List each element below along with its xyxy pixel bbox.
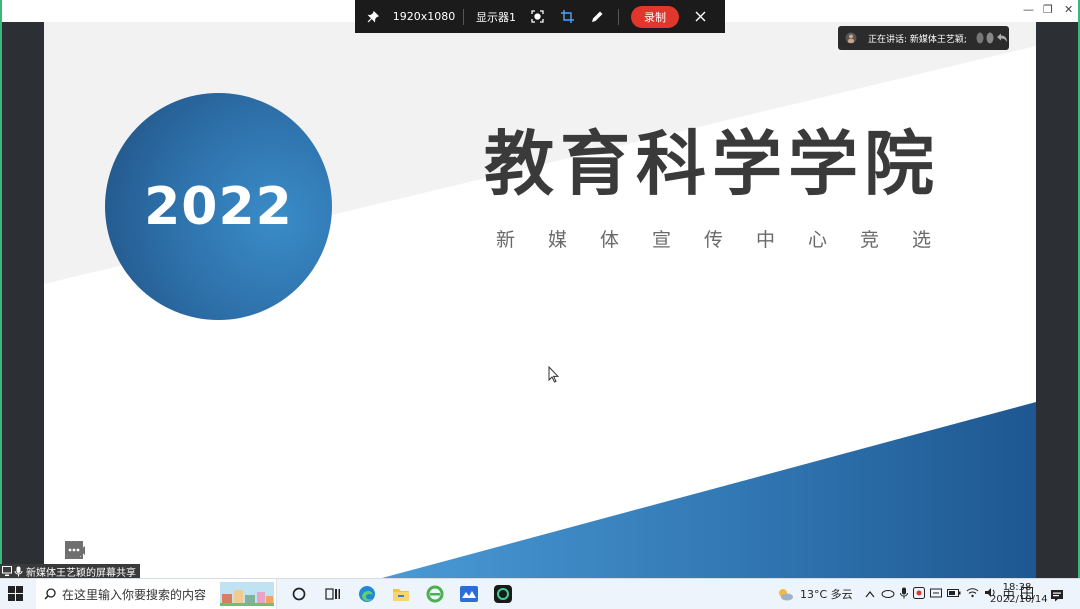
subtitles-icon[interactable]: [66, 540, 271, 562]
avatar: [986, 32, 994, 44]
participant-avatars: [976, 32, 1008, 44]
meeting-app-icon[interactable]: [452, 579, 486, 609]
more-options-icon[interactable]: [65, 540, 308, 562]
search-icon: [44, 588, 56, 600]
year-circle: 2022: [105, 93, 332, 320]
monitor-icon: [2, 566, 12, 576]
zoom-focus-icon[interactable]: [65, 540, 197, 562]
speaking-indicator: 正在讲话: 新媒体王艺颖;: [838, 26, 1009, 50]
resolution-label: 1920x1080: [392, 10, 456, 23]
minimize-icon[interactable]: —: [1023, 3, 1034, 16]
windows-start-icon[interactable]: [8, 586, 23, 605]
blue-diagonal-band: [382, 402, 1036, 578]
crop-icon[interactable]: [552, 10, 582, 23]
tray-battery-icon[interactable]: [946, 588, 961, 601]
right-letterbox: [1036, 22, 1080, 578]
file-explorer-icon[interactable]: [384, 579, 418, 609]
cortana-icon[interactable]: [282, 579, 316, 609]
toolbar-separator: [618, 8, 619, 25]
onedrive-cloud-icon[interactable]: [881, 588, 895, 601]
left-letterbox: [0, 22, 44, 578]
windows-taskbar: 在这里输入你要搜索的内容 13°C 多云 中 18:38 2022/10/14: [0, 578, 1080, 609]
task-view-icon[interactable]: [316, 579, 350, 609]
taskbar-search-box[interactable]: 在这里输入你要搜索的内容: [36, 579, 277, 609]
slide-title: 教育科学学院: [484, 123, 940, 205]
ie-browser-icon[interactable]: [418, 579, 452, 609]
speaker-avatar-icon: [845, 32, 857, 44]
display-selector[interactable]: 显示器1: [470, 9, 522, 25]
tray-app-icon[interactable]: [912, 586, 925, 602]
restore-icon[interactable]: ❐: [1043, 3, 1053, 16]
screenshot-icon[interactable]: [522, 10, 552, 23]
record-button[interactable]: 录制: [631, 5, 679, 28]
reply-arrow-icon[interactable]: [996, 32, 1008, 44]
pen-icon[interactable]: [67, 540, 160, 562]
taskbar-clock[interactable]: 18:38 2022/10/14: [990, 582, 1048, 606]
share-border-left: [0, 0, 2, 608]
screen-share-toolbar: 1920x1080 显示器1 录制: [355, 0, 725, 33]
speaking-text: 正在讲话: 新媒体王艺颖;: [868, 34, 967, 45]
close-window-icon[interactable]: ✕: [1064, 3, 1073, 16]
tray-chevron-up-icon[interactable]: [865, 588, 875, 601]
clock-time: 18:38: [1002, 582, 1032, 593]
next-slide-icon[interactable]: [65, 540, 123, 562]
microphone-icon: [14, 566, 23, 577]
year-text: 2022: [144, 176, 293, 237]
presentation-controls: [64, 540, 308, 562]
wifi-icon[interactable]: [966, 587, 979, 601]
share-label-text: 新媒体王艺颖的屏幕共享: [26, 568, 136, 579]
screen-share-label: 新媒体王艺颖的屏幕共享: [0, 564, 140, 579]
mouse-cursor-icon: [548, 366, 560, 383]
presentation-slide: 2022 教育科学学院 新媒体宣传中心竞选: [44, 22, 1036, 578]
edge-browser-icon[interactable]: [350, 579, 384, 609]
camera-icon[interactable]: [65, 540, 234, 562]
close-share-icon[interactable]: [685, 11, 715, 22]
pin-icon[interactable]: [355, 10, 391, 23]
tray-ime-toolbar-icon[interactable]: [929, 587, 942, 602]
avatar: [976, 32, 984, 44]
search-placeholder: 在这里输入你要搜索的内容: [62, 587, 207, 602]
clock-date: 2022/10/14: [990, 594, 1048, 605]
annotate-pen-icon[interactable]: [582, 10, 612, 23]
weather-text[interactable]: 13°C 多云: [800, 586, 853, 602]
search-highlight-illustration: [220, 582, 274, 606]
taskbar-pinned-apps: [282, 579, 520, 609]
app-circle-icon[interactable]: [486, 579, 520, 609]
weather-cloud-icon: [779, 589, 793, 601]
slide-subtitle: 新媒体宣传中心竞选: [496, 229, 965, 251]
tray-microphone-icon[interactable]: [899, 587, 908, 602]
notification-center-icon[interactable]: [1050, 587, 1064, 606]
toolbar-separator: [463, 8, 464, 25]
